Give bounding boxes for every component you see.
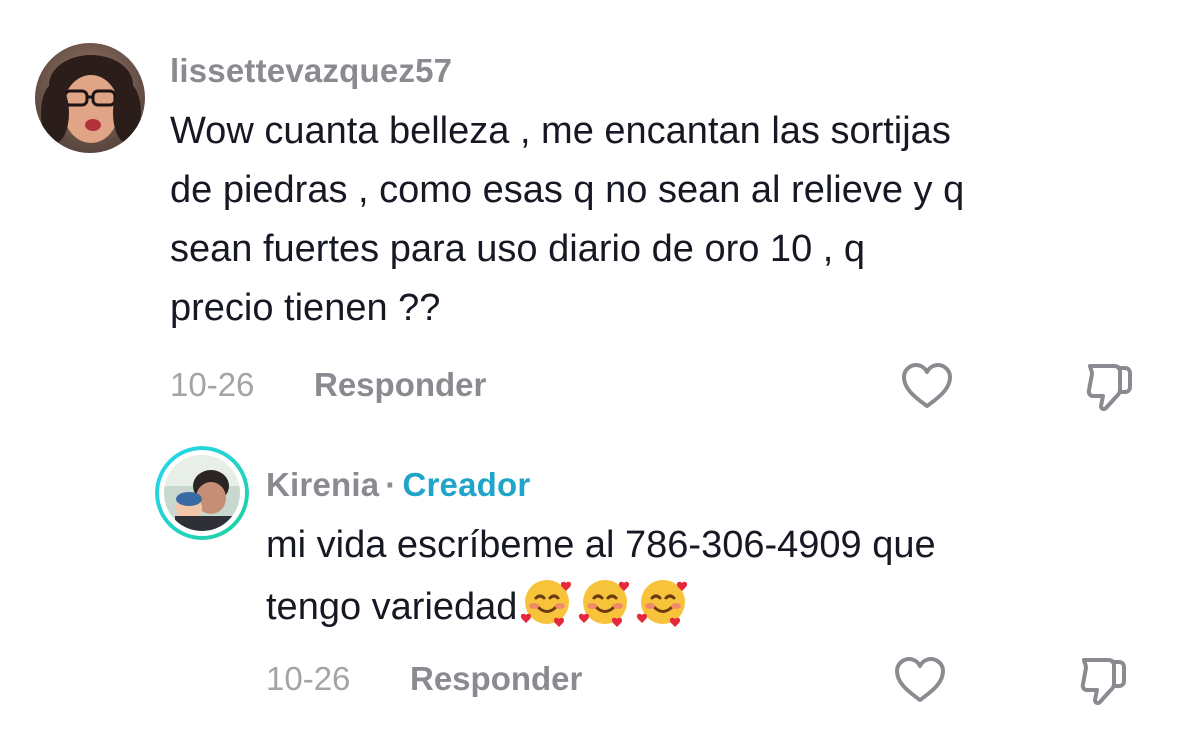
reply-item: Kirenia · Creador mi vida escríbeme al 786… bbox=[0, 420, 1179, 741]
user-avatar[interactable] bbox=[35, 43, 145, 153]
thumbs-down-outline-icon bbox=[1080, 658, 1126, 706]
reply-text-line-with-emoji: tengo variedad bbox=[266, 575, 1166, 645]
avatar-photo-with-ring bbox=[155, 446, 249, 540]
comment-date: 10-26 bbox=[170, 366, 255, 403]
smiling-face-with-hearts-icon bbox=[577, 575, 633, 645]
comment-text-line: precio tienen ?? bbox=[170, 287, 441, 329]
comment-text-line: sean fuertes para uso diario de oro 10 ,… bbox=[170, 228, 866, 270]
reply-button[interactable]: Responder bbox=[410, 660, 582, 698]
reply-username[interactable]: Kirenia bbox=[266, 466, 379, 503]
dislike-button[interactable] bbox=[1078, 654, 1128, 706]
comment-username[interactable]: lissettevazquez57 bbox=[170, 52, 452, 90]
avatar-photo bbox=[35, 43, 145, 153]
comment-text-line: Wow cuanta belleza , me encantan las sor… bbox=[170, 110, 951, 152]
reply-username-row: Kirenia · Creador bbox=[266, 466, 530, 504]
creator-avatar[interactable] bbox=[155, 446, 249, 540]
creator-badge: Creador bbox=[402, 466, 531, 503]
separator-dot: · bbox=[385, 466, 397, 503]
like-button[interactable] bbox=[894, 656, 946, 704]
dislike-button[interactable] bbox=[1084, 360, 1134, 412]
thumbs-down-outline-icon bbox=[1086, 364, 1132, 412]
smiling-face-with-hearts-icon bbox=[635, 575, 691, 645]
heart-outline-icon bbox=[902, 363, 952, 408]
reply-text-line: mi vida escríbeme al 786-306-4909 que bbox=[266, 524, 936, 566]
like-button[interactable] bbox=[901, 362, 953, 410]
heart-outline-icon bbox=[895, 657, 945, 702]
comment-text-line: de piedras , como esas q no sean al reli… bbox=[170, 169, 965, 211]
reply-text-fragment: tengo variedad bbox=[266, 586, 518, 628]
comment-text: Wow cuanta belleza , me encantan las sor… bbox=[170, 102, 1160, 338]
reply-date: 10-26 bbox=[266, 660, 351, 697]
reply-button[interactable]: Responder bbox=[314, 366, 486, 404]
reply-text: mi vida escríbeme al 786-306-4909 que te… bbox=[266, 516, 1166, 645]
smiling-face-with-hearts-icon bbox=[519, 575, 575, 645]
comment-item: lissettevazquez57 Wow cuanta belleza , m… bbox=[0, 0, 1179, 420]
